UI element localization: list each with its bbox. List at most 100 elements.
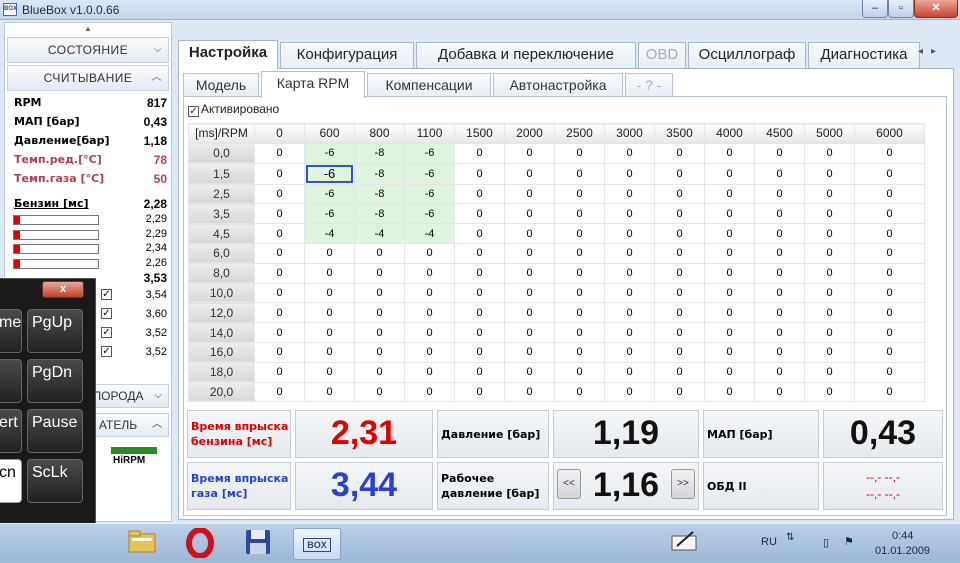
grid-cell[interactable]: 0: [304, 242, 355, 264]
grid-cell[interactable]: 0: [754, 262, 805, 284]
osk-key-esc[interactable]: cn: [0, 459, 22, 503]
tab-main-1[interactable]: Конфигурация: [280, 42, 414, 68]
grid-cell[interactable]: 0: [554, 361, 605, 383]
grid-cell[interactable]: 0: [554, 341, 605, 363]
grid-cell[interactable]: 0: [704, 162, 755, 185]
folder-icon[interactable]: [122, 528, 162, 560]
grid-cell[interactable]: 0: [604, 322, 655, 343]
grid-cell[interactable]: 0: [254, 242, 305, 264]
grid-cell[interactable]: 0: [554, 242, 605, 264]
close-button[interactable]: ✕: [914, 0, 958, 18]
tab-sub-0[interactable]: Модель: [183, 73, 259, 97]
grid-cell[interactable]: 0: [804, 223, 855, 244]
grid-cell[interactable]: 0: [454, 341, 505, 363]
osk-key-sclk[interactable]: ScLk: [27, 459, 83, 503]
grid-cell[interactable]: 0: [654, 203, 705, 225]
grid-cell[interactable]: 0: [504, 183, 555, 205]
battery-icon[interactable]: ▯: [823, 536, 829, 549]
grid-cell[interactable]: 0: [554, 223, 605, 244]
grid-cell[interactable]: 0: [554, 262, 605, 284]
flag-icon[interactable]: ⚑: [844, 535, 854, 548]
checkbox-checked-icon[interactable]: ✓: [101, 289, 112, 300]
grid-cell[interactable]: 0: [804, 361, 855, 383]
grid-cell[interactable]: 0: [404, 361, 455, 383]
grid-cell[interactable]: 0: [504, 262, 555, 284]
maximize-button[interactable]: ▫: [888, 0, 914, 18]
grid-cell[interactable]: 0: [704, 381, 755, 403]
grid-cell[interactable]: 0: [454, 203, 505, 225]
grid-cell[interactable]: 0: [254, 162, 305, 185]
grid-cell[interactable]: 0: [804, 162, 855, 185]
grid-cell[interactable]: 0: [704, 282, 755, 304]
grid-cell[interactable]: 0: [604, 302, 655, 324]
grid-cell[interactable]: 0: [454, 262, 505, 284]
tab-sub-2[interactable]: Компенсации: [367, 73, 491, 97]
grid-cell[interactable]: -6: [304, 142, 355, 164]
grid-cell[interactable]: -8: [354, 162, 405, 185]
grid-cell[interactable]: 0: [754, 242, 805, 264]
grid-cell[interactable]: 0: [754, 361, 805, 383]
grid-cell[interactable]: -6: [404, 203, 455, 225]
grid-cell[interactable]: 0: [604, 183, 655, 205]
grid-cell[interactable]: 0: [254, 203, 305, 225]
tab-main-3[interactable]: OBD: [638, 42, 686, 68]
bluebox-task-icon[interactable]: BOX: [293, 528, 341, 560]
grid-cell[interactable]: 0: [704, 262, 755, 284]
grid-cell[interactable]: 0: [354, 361, 405, 383]
grid-cell[interactable]: 0: [504, 361, 555, 383]
grid-cell[interactable]: 0: [754, 302, 805, 324]
grid-cell[interactable]: 0: [654, 302, 705, 324]
checkbox-checked-icon[interactable]: ✓: [101, 327, 112, 338]
grid-cell[interactable]: 0: [254, 223, 305, 244]
tab-main-0[interactable]: Настройка: [178, 40, 278, 69]
grid-cell[interactable]: 0: [604, 223, 655, 244]
grid-cell[interactable]: 0: [454, 322, 505, 343]
grid-cell[interactable]: 0: [504, 322, 555, 343]
grid-cell[interactable]: -4: [354, 223, 405, 244]
grid-cell[interactable]: 0: [454, 282, 505, 304]
grid-cell[interactable]: 0: [354, 302, 405, 324]
grid-cell[interactable]: 0: [704, 322, 755, 343]
grid-cell[interactable]: 0: [354, 282, 405, 304]
pen-input-icon[interactable]: [664, 528, 704, 560]
grid-cell[interactable]: 0: [304, 302, 355, 324]
grid-cell[interactable]: 0: [604, 341, 655, 363]
grid-cell[interactable]: 0: [304, 381, 355, 403]
grid-cell[interactable]: 0: [254, 381, 305, 403]
grid-cell[interactable]: 0: [504, 381, 555, 403]
sidebar-section-read[interactable]: СЧИТЫВАНИЕ ︿: [7, 65, 169, 91]
grid-cell[interactable]: 0: [504, 223, 555, 244]
grid-cell[interactable]: 0: [604, 381, 655, 403]
grid-cell-selected[interactable]: -6: [304, 162, 355, 185]
grid-cell[interactable]: 0: [854, 162, 925, 185]
grid-cell[interactable]: 0: [804, 242, 855, 264]
grid-cell[interactable]: 0: [654, 322, 705, 343]
grid-cell[interactable]: 0: [404, 282, 455, 304]
grid-cell[interactable]: 0: [554, 162, 605, 185]
checkbox-checked-icon[interactable]: ✓: [188, 106, 199, 117]
grid-cell[interactable]: 0: [454, 162, 505, 185]
grid-cell[interactable]: 0: [704, 142, 755, 164]
grid-cell[interactable]: 0: [754, 142, 805, 164]
grid-cell[interactable]: 0: [354, 262, 405, 284]
grid-cell[interactable]: 0: [654, 381, 705, 403]
grid-cell[interactable]: 0: [454, 142, 505, 164]
osk-key-insert[interactable]: ert: [0, 409, 22, 453]
grid-cell[interactable]: 0: [704, 361, 755, 383]
grid-cell[interactable]: 0: [654, 341, 705, 363]
grid-cell[interactable]: 0: [754, 223, 805, 244]
osk-key-pause[interactable]: Pause: [27, 409, 83, 453]
osk-key-pgup[interactable]: PgUp: [27, 309, 83, 353]
grid-cell[interactable]: 0: [504, 203, 555, 225]
grid-cell[interactable]: -6: [404, 183, 455, 205]
grid-cell[interactable]: 0: [404, 341, 455, 363]
grid-cell[interactable]: 0: [354, 381, 405, 403]
grid-cell[interactable]: 0: [854, 223, 925, 244]
grid-cell[interactable]: 0: [254, 183, 305, 205]
tab-main-5[interactable]: Диагностика: [808, 42, 920, 68]
checkbox-checked-icon[interactable]: ✓: [101, 308, 112, 319]
grid-cell[interactable]: 0: [654, 262, 705, 284]
grid-cell[interactable]: 0: [854, 183, 925, 205]
grid-cell[interactable]: -6: [404, 142, 455, 164]
grid-cell[interactable]: 0: [604, 242, 655, 264]
